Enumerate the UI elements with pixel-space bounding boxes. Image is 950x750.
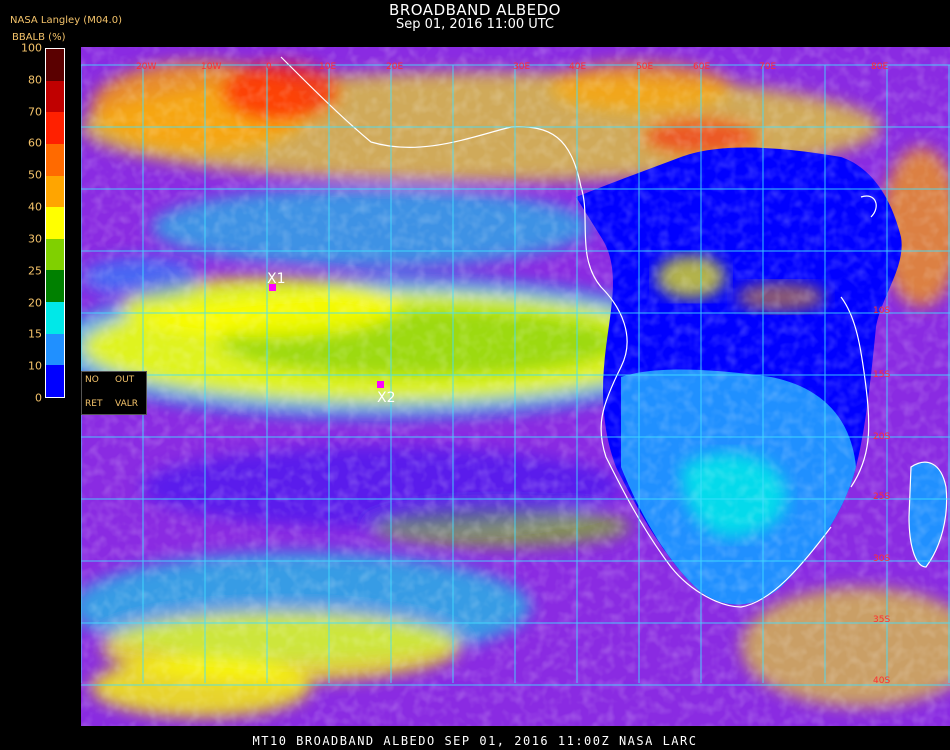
colorbar-segment [46,49,64,81]
lon-label: 20W [136,62,156,72]
colorbar-tick-label: 40 [28,200,42,214]
colorbar-segment [46,270,64,302]
colorbar-tick-label: 60 [28,136,42,150]
lon-label: 10E [319,62,336,72]
colorbar-tick-label: 20 [28,296,42,310]
lon-label: 30E [513,62,530,72]
colorbar-tick-label: 10 [28,359,42,373]
lon-label: 60E [693,62,710,72]
colorbar-segment [46,112,64,144]
colorbar-segment [46,80,64,113]
colorbar-tick-label: 80 [28,73,42,87]
colorbar [45,48,65,398]
colorbar-segment [46,238,64,271]
footer-caption: MT10 BROADBAND ALBEDO SEP 01, 2016 11:00… [252,734,698,748]
legend-ret: RET [85,399,103,409]
lon-label: 20E [386,62,403,72]
colorbar-labels: 100 80 70 60 50 40 30 25 20 15 10 0 [0,0,42,750]
colorbar-segment [46,365,64,397]
legend-out: OUT [115,375,135,385]
lat-label: 25S [873,492,890,502]
colorbar-tick-label: 15 [28,327,42,341]
albedo-map: 20W 10W 0 10E 20E 30E 40E 50E 60E 70E 80… [81,47,950,726]
lon-label: 50E [636,62,653,72]
colorbar-segment [46,333,64,366]
colorbar-segment [46,143,64,176]
colorbar-segment [46,175,64,208]
marker-label: X1 [267,271,286,287]
lon-label: 70E [759,62,776,72]
lat-label: 30S [873,554,890,564]
colorbar-tick-label: 100 [21,41,42,55]
lat-label: 20S [873,432,890,442]
colorbar-tick-label: 50 [28,168,42,182]
lat-label: 35S [873,615,890,625]
image-timestamp: Sep 01, 2016 11:00 UTC [395,17,555,32]
lon-label: 80E [871,62,888,72]
colorbar-tick-label: 30 [28,232,42,246]
colorbar-tick-label: 70 [28,105,42,119]
colorbar-segment [46,302,64,334]
lon-label: 10W [201,62,221,72]
lat-label: 10S [873,306,890,316]
lon-label: 0 [266,62,272,72]
legend-valr: VALR [115,399,139,409]
flag-legend-box: NO OUT RET VALR [81,371,147,415]
colorbar-segment [46,207,64,239]
lat-label: 15S [873,370,890,380]
colorbar-tick-label: 25 [28,264,42,278]
lon-label: 40E [569,62,586,72]
legend-no: NO [85,375,99,385]
marker-label: X2 [377,390,396,406]
colorbar-tick-label: 0 [35,391,42,405]
lat-label: 40S [873,676,890,686]
